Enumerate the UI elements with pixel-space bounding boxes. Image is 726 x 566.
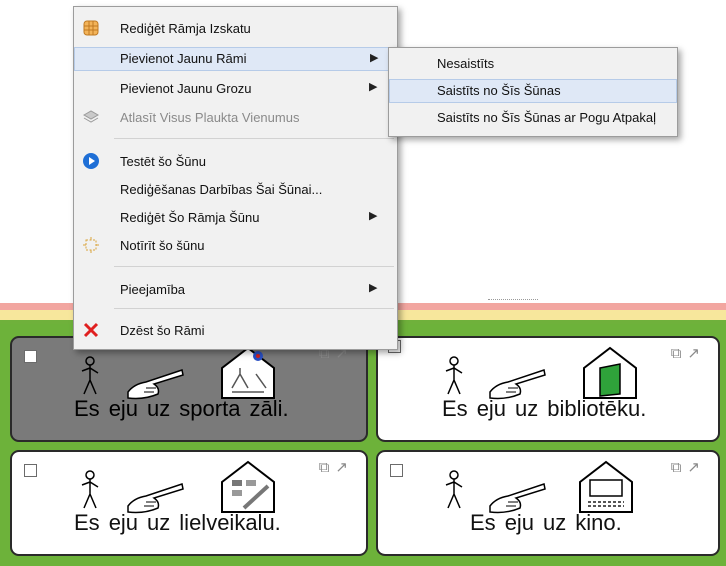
cell-sentence: Es eju uz sporta zāli.: [74, 396, 298, 422]
word: Es: [74, 396, 100, 421]
menu-item-label: Dzēst šo Rāmi: [120, 323, 205, 338]
grid-frame-icon: [83, 20, 99, 36]
cell-lielveikals[interactable]: ⧉↗ Es eju uz lielveikalu.: [10, 450, 368, 556]
word: eju: [504, 510, 535, 535]
word: Es: [74, 510, 100, 535]
word: Es: [470, 510, 496, 535]
word: uz: [147, 510, 171, 535]
word: uz: [543, 510, 567, 535]
cinema-icon: [579, 460, 633, 513]
menu-item-select-all-shelf-items[interactable]: Atlasīt Visus Plaukta Vienumus: [74, 106, 397, 130]
splitter-handle[interactable]: [488, 299, 538, 300]
clear-icon: [83, 237, 99, 253]
word: uz: [147, 396, 171, 421]
menu-separator: [114, 138, 394, 139]
play-icon: [83, 153, 99, 169]
menu-item-label: Testēt šo Šūnu: [120, 154, 206, 169]
cell-sporta-zale[interactable]: ⧉↗ Es eju uz sporta zāli.: [10, 336, 368, 442]
menu-item-test-cell[interactable]: Testēt šo Šūnu: [74, 150, 397, 174]
person-icon: [445, 470, 463, 509]
word: zāli.: [249, 396, 289, 421]
cell-checkbox[interactable]: [24, 350, 37, 363]
menu-item-edit-frame-appearance[interactable]: Rediģēt Rāmja Izskatu: [74, 17, 397, 41]
menu-item-add-new-frame[interactable]: Pievienot Jaunu Rāmi ▶: [74, 47, 397, 71]
add-new-frame-submenu: Nesaistīts Saistīts no Šīs Šūnas Saistīt…: [388, 47, 678, 137]
word: sporta: [179, 396, 241, 421]
menu-item-label: Notīrīt šo šūnu: [120, 238, 205, 253]
word: eju: [108, 396, 139, 421]
menu-item-delete-frame[interactable]: Dzēst šo Rāmi: [74, 319, 397, 343]
cell-link-icons[interactable]: ⧉↗: [319, 458, 354, 476]
menu-item-label: Nesaistīts: [437, 56, 495, 71]
person-icon: [81, 356, 99, 395]
stack-icon: [82, 110, 100, 123]
menu-item-label: Pievienot Jaunu Rāmi: [120, 51, 247, 66]
menu-separator: [114, 266, 394, 267]
menu-item-label: Rediģēšanas Darbības Šai Šūnai...: [120, 182, 323, 197]
menu-item-edit-cell-actions[interactable]: Rediģēšanas Darbības Šai Šūnai...: [74, 178, 397, 202]
word: kino.: [575, 510, 622, 535]
menu-item-edit-frame-cell[interactable]: Rediģēt Šo Rāmja Šūnu ▶: [74, 206, 397, 230]
menu-item-clear-cell[interactable]: Notīrīt šo šūnu: [74, 234, 397, 258]
cell-biblioteka[interactable]: ⧉↗ Es eju uz bibliotēku.: [376, 336, 720, 442]
supermarket-icon: [221, 460, 275, 513]
submenu-arrow-icon: ▶: [370, 52, 379, 64]
word: eju: [108, 510, 139, 535]
word: lielveikalu.: [179, 510, 281, 535]
word: Es: [442, 396, 468, 421]
menu-item-label: Saistīts no Šīs Šūnas: [437, 83, 561, 98]
word: eju: [476, 396, 507, 421]
cell-sentence: Es eju uz kino.: [470, 510, 631, 536]
word: uz: [515, 396, 539, 421]
person-icon: [445, 356, 463, 395]
delete-icon: [83, 322, 99, 338]
menu-item-add-new-basket[interactable]: Pievienot Jaunu Grozu ▶: [74, 77, 397, 101]
frame-grid: ⧉↗ Es eju uz sporta zāli. ⧉↗ Es eju uz b…: [0, 324, 726, 566]
cell-checkbox[interactable]: [390, 464, 403, 477]
submenu-arrow-icon: ▶: [369, 210, 378, 222]
menu-item-label: Rediģēt Rāmja Izskatu: [120, 21, 251, 36]
cell-link-icons[interactable]: ⧉↗: [671, 458, 706, 476]
submenu-item-linked-from-cell[interactable]: Saistīts no Šīs Šūnas: [389, 79, 677, 103]
cell-sentence: Es eju uz bibliotēku.: [442, 396, 655, 422]
menu-item-label: Atlasīt Visus Plaukta Vienumus: [120, 110, 300, 125]
context-menu: Rediģēt Rāmja Izskatu Pievienot Jaunu Rā…: [73, 6, 398, 350]
cell-sentence: Es eju uz lielveikalu.: [74, 510, 290, 536]
submenu-arrow-icon: ▶: [369, 282, 378, 294]
gym-icon: [221, 346, 275, 399]
library-icon: [583, 346, 637, 399]
menu-item-label: Saistīts no Šīs Šūnas ar Pogu Atpakaļ: [437, 110, 656, 125]
person-icon: [81, 470, 99, 509]
word: bibliotēku.: [547, 396, 647, 421]
submenu-item-linked-with-back-button[interactable]: Saistīts no Šīs Šūnas ar Pogu Atpakaļ: [389, 106, 677, 130]
menu-separator: [114, 308, 394, 309]
menu-item-label: Rediģēt Šo Rāmja Šūnu: [120, 210, 260, 225]
cell-link-icons[interactable]: ⧉↗: [671, 344, 706, 362]
cell-checkbox[interactable]: [24, 464, 37, 477]
submenu-arrow-icon: ▶: [369, 81, 378, 93]
menu-item-accessibility[interactable]: Pieejamība ▶: [74, 278, 397, 302]
menu-item-label: Pievienot Jaunu Grozu: [120, 81, 252, 96]
cell-kino[interactable]: ⧉↗ Es eju uz kino.: [376, 450, 720, 556]
menu-item-label: Pieejamība: [120, 282, 186, 297]
submenu-item-unlinked[interactable]: Nesaistīts: [389, 52, 677, 76]
